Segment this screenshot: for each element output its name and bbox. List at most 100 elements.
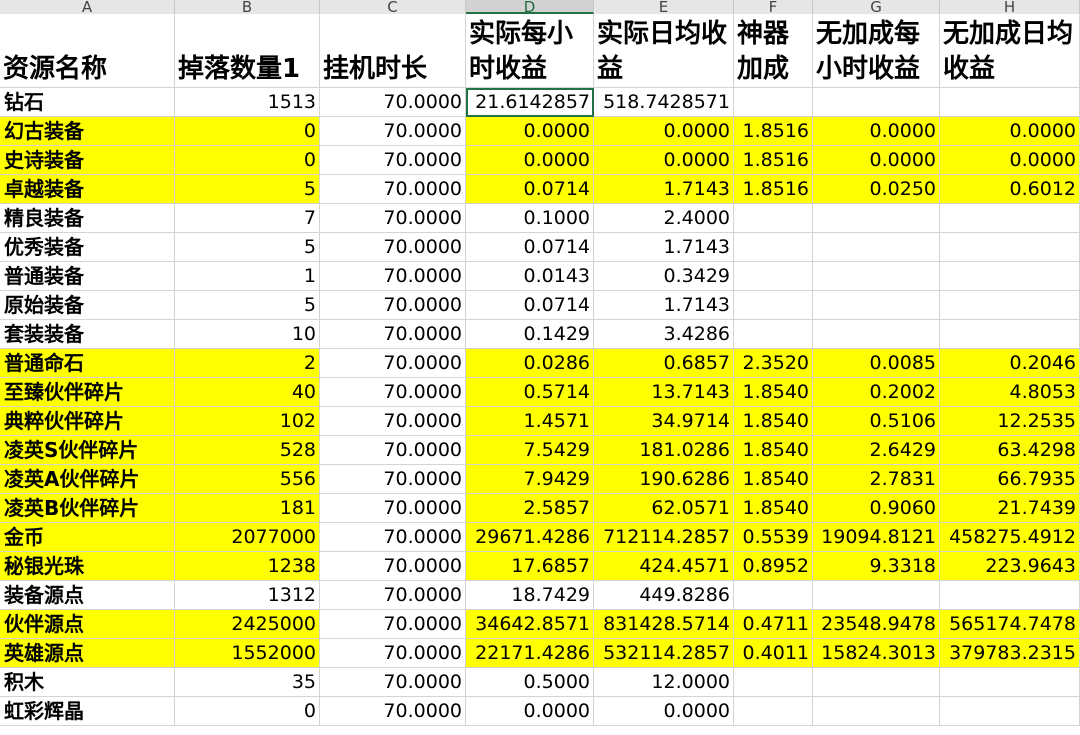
cell-b-drop[interactable]: 1552000	[175, 639, 320, 668]
cell-d-hourly[interactable]: 29671.4286	[466, 523, 594, 552]
cell-a-name[interactable]: 原始装备	[0, 291, 175, 320]
cell-g-nb_hourly[interactable]: 0.9060	[813, 494, 940, 523]
cell-h-nb_daily[interactable]: 379783.2315	[940, 639, 1080, 668]
cell-c-hours[interactable]: 70.0000	[320, 146, 466, 175]
cell-h-nb_daily[interactable]	[940, 668, 1080, 697]
cell-g-nb_hourly[interactable]: 0.2002	[813, 378, 940, 407]
cell-d-hourly[interactable]: 34642.8571	[466, 610, 594, 639]
header-cell-b[interactable]: 掉落数量1	[175, 14, 320, 88]
cell-h-nb_daily[interactable]	[940, 262, 1080, 291]
cell-a-name[interactable]: 秘银光珠	[0, 552, 175, 581]
cell-h-nb_daily[interactable]	[940, 697, 1080, 726]
cell-b-drop[interactable]: 1513	[175, 88, 320, 117]
cell-g-nb_hourly[interactable]	[813, 88, 940, 117]
cell-f-bonus[interactable]: 1.8516	[734, 175, 813, 204]
cell-h-nb_daily[interactable]: 458275.4912	[940, 523, 1080, 552]
cell-c-hours[interactable]: 70.0000	[320, 175, 466, 204]
cell-c-hours[interactable]: 70.0000	[320, 320, 466, 349]
column-header-a[interactable]: A	[0, 0, 175, 14]
cell-c-hours[interactable]: 70.0000	[320, 581, 466, 610]
cell-h-nb_daily[interactable]: 63.4298	[940, 436, 1080, 465]
header-cell-g[interactable]: 无加成每小时收益	[813, 14, 940, 88]
cell-c-hours[interactable]: 70.0000	[320, 407, 466, 436]
cell-e-daily[interactable]: 1.7143	[594, 175, 734, 204]
cell-e-daily[interactable]: 518.7428571	[594, 88, 734, 117]
cell-f-bonus[interactable]: 0.5539	[734, 523, 813, 552]
cell-f-bonus[interactable]: 1.8540	[734, 494, 813, 523]
cell-b-drop[interactable]: 0	[175, 697, 320, 726]
cell-e-daily[interactable]: 1.7143	[594, 291, 734, 320]
cell-e-daily[interactable]: 62.0571	[594, 494, 734, 523]
cell-c-hours[interactable]: 70.0000	[320, 204, 466, 233]
cell-a-name[interactable]: 金币	[0, 523, 175, 552]
header-cell-f[interactable]: 神器加成	[734, 14, 813, 88]
cell-e-daily[interactable]: 532114.2857	[594, 639, 734, 668]
cell-h-nb_daily[interactable]: 12.2535	[940, 407, 1080, 436]
cell-a-name[interactable]: 凌英S伙伴碎片	[0, 436, 175, 465]
cell-d-hourly[interactable]: 0.0000	[466, 117, 594, 146]
cell-g-nb_hourly[interactable]	[813, 204, 940, 233]
cell-g-nb_hourly[interactable]: 2.7831	[813, 465, 940, 494]
cell-e-daily[interactable]: 0.6857	[594, 349, 734, 378]
cell-c-hours[interactable]: 70.0000	[320, 436, 466, 465]
cell-f-bonus[interactable]: 0.4711	[734, 610, 813, 639]
cell-f-bonus[interactable]	[734, 204, 813, 233]
cell-d-hourly[interactable]: 7.5429	[466, 436, 594, 465]
cell-e-daily[interactable]: 2.4000	[594, 204, 734, 233]
cell-c-hours[interactable]: 70.0000	[320, 262, 466, 291]
cell-e-daily[interactable]: 831428.5714	[594, 610, 734, 639]
cell-a-name[interactable]: 英雄源点	[0, 639, 175, 668]
cell-f-bonus[interactable]: 1.8516	[734, 117, 813, 146]
cell-f-bonus[interactable]	[734, 581, 813, 610]
cell-d-hourly[interactable]: 1.4571	[466, 407, 594, 436]
cell-d-hourly[interactable]: 0.0143	[466, 262, 594, 291]
cell-d-hourly[interactable]: 0.0000	[466, 146, 594, 175]
cell-g-nb_hourly[interactable]	[813, 291, 940, 320]
cell-b-drop[interactable]: 2077000	[175, 523, 320, 552]
cell-a-name[interactable]: 钻石	[0, 88, 175, 117]
cell-e-daily[interactable]: 34.9714	[594, 407, 734, 436]
cell-c-hours[interactable]: 70.0000	[320, 117, 466, 146]
cell-b-drop[interactable]: 5	[175, 291, 320, 320]
cell-g-nb_hourly[interactable]	[813, 320, 940, 349]
cell-c-hours[interactable]: 70.0000	[320, 378, 466, 407]
column-header-e[interactable]: E	[594, 0, 734, 14]
cell-g-nb_hourly[interactable]: 0.0085	[813, 349, 940, 378]
cell-a-name[interactable]: 幻古装备	[0, 117, 175, 146]
cell-g-nb_hourly[interactable]: 0.0000	[813, 146, 940, 175]
cell-a-name[interactable]: 优秀装备	[0, 233, 175, 262]
cell-d-hourly[interactable]: 0.0714	[466, 233, 594, 262]
cell-c-hours[interactable]: 70.0000	[320, 88, 466, 117]
cell-a-name[interactable]: 卓越装备	[0, 175, 175, 204]
cell-c-hours[interactable]: 70.0000	[320, 465, 466, 494]
header-cell-c[interactable]: 挂机时长	[320, 14, 466, 88]
cell-a-name[interactable]: 套装装备	[0, 320, 175, 349]
cell-e-daily[interactable]: 449.8286	[594, 581, 734, 610]
cell-b-drop[interactable]: 2425000	[175, 610, 320, 639]
cell-c-hours[interactable]: 70.0000	[320, 668, 466, 697]
cell-b-drop[interactable]: 181	[175, 494, 320, 523]
cell-g-nb_hourly[interactable]	[813, 697, 940, 726]
cell-f-bonus[interactable]: 1.8540	[734, 465, 813, 494]
cell-g-nb_hourly[interactable]: 0.5106	[813, 407, 940, 436]
cell-g-nb_hourly[interactable]	[813, 668, 940, 697]
cell-e-daily[interactable]: 3.4286	[594, 320, 734, 349]
cell-e-daily[interactable]: 0.0000	[594, 117, 734, 146]
cell-f-bonus[interactable]	[734, 88, 813, 117]
cell-f-bonus[interactable]: 2.3520	[734, 349, 813, 378]
cell-c-hours[interactable]: 70.0000	[320, 349, 466, 378]
cell-h-nb_daily[interactable]: 21.7439	[940, 494, 1080, 523]
cell-h-nb_daily[interactable]: 223.9643	[940, 552, 1080, 581]
cell-h-nb_daily[interactable]: 0.0000	[940, 117, 1080, 146]
cell-b-drop[interactable]: 10	[175, 320, 320, 349]
cell-b-drop[interactable]: 2	[175, 349, 320, 378]
cell-a-name[interactable]: 积木	[0, 668, 175, 697]
column-header-g[interactable]: G	[813, 0, 940, 14]
cell-g-nb_hourly[interactable]	[813, 581, 940, 610]
cell-b-drop[interactable]: 40	[175, 378, 320, 407]
cell-b-drop[interactable]: 0	[175, 117, 320, 146]
cell-h-nb_daily[interactable]: 0.2046	[940, 349, 1080, 378]
column-header-b[interactable]: B	[175, 0, 320, 14]
header-cell-a[interactable]: 资源名称	[0, 14, 175, 88]
cell-h-nb_daily[interactable]	[940, 233, 1080, 262]
